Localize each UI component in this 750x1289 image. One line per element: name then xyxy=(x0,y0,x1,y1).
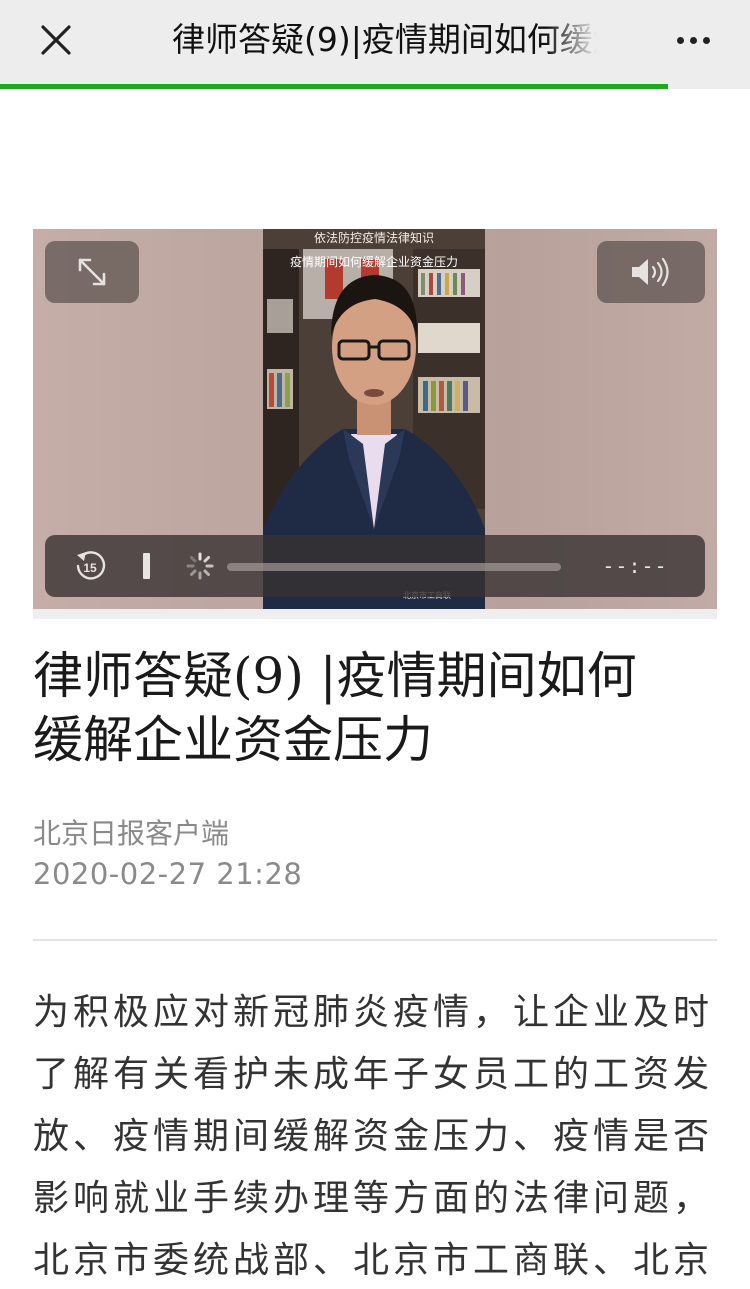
video-caption-sub: 疫情期间如何缓解企业资金压力 xyxy=(289,255,458,269)
close-icon xyxy=(41,25,71,55)
body-line: 放、疫情期间缓解资金压力、疫情是否 xyxy=(33,1116,714,1157)
speaker-volume-icon xyxy=(632,257,669,287)
video-bottom-strip xyxy=(33,609,717,619)
nav-title: 律师答疑(9)|疫情期间如何缓解企业资金压力 xyxy=(172,20,597,59)
article-body: 为积极应对新冠肺炎疫情，让企业及时 了解有关看护未成年子女员工的工资发 放、疫情… xyxy=(33,982,717,1289)
rewind-15-button[interactable]: 15 xyxy=(73,549,107,583)
more-dots-icon xyxy=(676,36,710,44)
more-button[interactable] xyxy=(668,20,718,60)
body-line: 了解有关看护未成年子女员工的工资发 xyxy=(33,1054,714,1095)
pause-button[interactable] xyxy=(131,551,161,581)
article-title: 律师答疑(9) |疫情期间如何 缓解企业资金压力 xyxy=(33,644,717,772)
video-player[interactable]: 依法防控疫情法律知识 疫情期间如何缓解企业资金压力 北京市工商联 15 xyxy=(33,229,717,609)
rewind-label: 15 xyxy=(83,561,97,575)
rewind-15-icon: 15 xyxy=(76,551,106,580)
page-load-progress-fill xyxy=(0,84,668,89)
body-line: 北京市委统战部、北京市工商联、北京 xyxy=(33,1240,714,1281)
pause-icon xyxy=(142,553,150,579)
seek-bar[interactable] xyxy=(227,563,561,571)
volume-button[interactable] xyxy=(597,241,705,303)
loading-spinner-icon xyxy=(185,551,215,581)
body-line: 为积极应对新冠肺炎疫情，让企业及时 xyxy=(33,992,714,1033)
video-caption-top: 依法防控疫情法律知识 xyxy=(313,231,434,245)
fullscreen-button[interactable] xyxy=(45,241,139,303)
article-source[interactable]: 北京日报客户端 xyxy=(33,814,229,854)
close-button[interactable] xyxy=(32,18,80,62)
expand-arrows-icon xyxy=(78,258,106,286)
divider xyxy=(33,939,717,941)
article-title-line-2: 缓解企业资金压力 xyxy=(33,711,433,769)
page-load-progress xyxy=(0,84,750,89)
article-title-line-1: 律师答疑(9) |疫情期间如何 xyxy=(33,647,637,705)
top-nav-bar: 律师答疑(9)|疫情期间如何缓解企业资金压力 xyxy=(0,0,750,84)
video-control-bar: 15 --:-- xyxy=(45,535,705,597)
body-line: 影响就业手续办理等方面的法律问题， xyxy=(33,1178,714,1219)
video-time: --:-- xyxy=(602,554,668,578)
article-date: 2020-02-27 21:28 xyxy=(33,857,303,891)
